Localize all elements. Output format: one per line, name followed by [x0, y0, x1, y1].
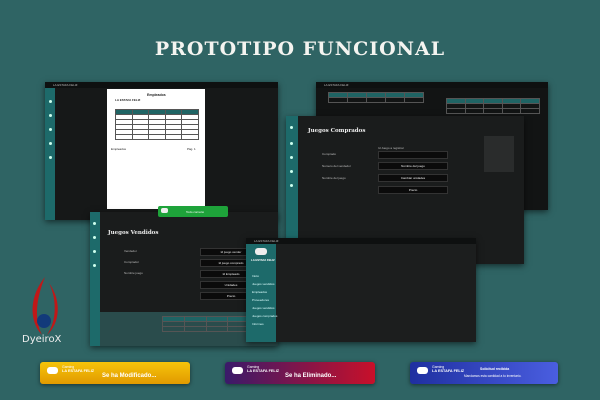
- notice-message: Se ha Modificado...: [102, 373, 157, 379]
- field-label: Id Juego a registrar: [378, 146, 404, 150]
- gamepad-icon: [47, 367, 58, 374]
- row-label-3: Nombre del juego: [322, 176, 346, 180]
- gamepad-icon: [255, 248, 267, 255]
- sidebar: [90, 212, 100, 346]
- row-label-3: Nombre juego: [124, 271, 143, 275]
- screenshot-main-menu: LA ESTAFA FELIZ LA ESTAFA FELIZ Inicio J…: [246, 238, 476, 342]
- titlebar-label: LA ESTAFA FELIZ: [324, 83, 349, 87]
- doc-footer-label: Empleados: [111, 147, 127, 151]
- sidebar-icon[interactable]: [290, 156, 293, 159]
- window-titlebar: LA ESTAFA FELIZ: [316, 82, 548, 88]
- sidebar-icon[interactable]: [290, 170, 293, 173]
- notice-brand: Gaming LA ESTAFA FELIZ: [62, 365, 94, 373]
- notice-body: Mandamos esta cantidad a tu inventario.: [464, 374, 522, 378]
- screen-title: Juegos Comprados: [308, 128, 366, 134]
- sidebar-icon[interactable]: [93, 236, 96, 239]
- notice-brand: Gaming LA ESTAFA FELIZ: [247, 365, 279, 373]
- screen-title: Juegos Vendidos: [108, 230, 159, 236]
- sidebar-icon[interactable]: [49, 142, 52, 145]
- sidebar-icon[interactable]: [290, 126, 293, 129]
- menu-item-3[interactable]: Empleados: [252, 290, 267, 294]
- notice-brand: Gaming LA ESTAFA FELIZ: [432, 365, 464, 373]
- titlebar-label: LA ESTAFA FELIZ: [53, 83, 78, 87]
- doc-page-number: Pág. 1: [187, 147, 196, 151]
- sidebar-icon[interactable]: [49, 156, 52, 159]
- brand-store-name: LA ESTAFA FELIZ: [432, 369, 465, 373]
- sales-table-2: [446, 98, 540, 114]
- page-title: PROTOTIPO FUNCIONAL: [154, 38, 446, 60]
- menu-item-6[interactable]: Juegos comprados: [252, 314, 277, 318]
- sidebar-icon[interactable]: [290, 142, 293, 145]
- gamepad-icon: [417, 367, 428, 374]
- gamepad-icon: [232, 367, 243, 374]
- game-name-button[interactable]: Nombre del juego: [378, 162, 448, 170]
- notice-deleted: Gaming LA ESTAFA FELIZ Se ha Eliminado...: [225, 362, 375, 384]
- sidebar-icon[interactable]: [49, 128, 52, 131]
- menu-item-4[interactable]: Proveedores: [252, 298, 269, 302]
- employees-table: [115, 109, 199, 140]
- sidebar-icon[interactable]: [49, 114, 52, 117]
- brand-store-name: LA ESTAFA FELIZ: [62, 369, 95, 373]
- window-titlebar: LA ESTAFA FELIZ: [246, 238, 476, 244]
- menu-item-7[interactable]: Informes: [252, 322, 264, 326]
- doc-header: Empleados: [147, 93, 166, 97]
- notice-message: Se ha Eliminado...: [285, 373, 337, 379]
- doc-store-name: LA ESTAFA FELIZ: [115, 98, 141, 102]
- screenshot-employees-report: LA ESTAFA FELIZ Empleados LA ESTAFA FELI…: [45, 82, 278, 220]
- sales-table: [328, 92, 424, 103]
- sidebar-icon[interactable]: [93, 222, 96, 225]
- menu-item-2[interactable]: Juegos vendidos: [252, 282, 275, 286]
- window-titlebar: LA ESTAFA FELIZ: [45, 82, 278, 88]
- sidebar: [45, 88, 55, 220]
- price-button[interactable]: Precio: [378, 186, 448, 194]
- row-label-1: Comprado: [322, 152, 337, 156]
- menu-item-1[interactable]: Inicio: [252, 274, 259, 278]
- sidebar-icon[interactable]: [290, 184, 293, 187]
- logo-text: DyeiroX: [22, 334, 62, 345]
- brand-store-name: LA ESTAFA FELIZ: [247, 369, 280, 373]
- notice-title: Solicitud recibida: [480, 367, 510, 371]
- side-panel: [484, 136, 514, 172]
- gamepad-icon: [161, 208, 168, 213]
- notice-modified: Gaming LA ESTAFA FELIZ Se ha Modificado..…: [40, 362, 190, 384]
- toast-text: Todo correcto: [186, 210, 205, 214]
- sidebar-icon[interactable]: [93, 250, 96, 253]
- sidebar-brand: LA ESTAFA FELIZ: [251, 258, 275, 262]
- notice-request: Gaming LA ESTAFA FELIZ Solicitud recibida…: [410, 362, 558, 384]
- row-label-1: Vendedor: [124, 249, 137, 253]
- main-sidebar: LA ESTAFA FELIZ Inicio Juegos vendidos E…: [246, 244, 277, 342]
- menu-item-5[interactable]: Juegos vendidos: [252, 306, 275, 310]
- change-units-button[interactable]: Cambiar unidades: [378, 174, 448, 182]
- success-toast: Todo correcto: [158, 206, 228, 217]
- row-label-2: Comprador: [124, 260, 140, 264]
- report-document: Empleados LA ESTAFA FELIZ Empleados Pág.…: [107, 89, 205, 209]
- sidebar-icon[interactable]: [93, 264, 96, 267]
- field-input[interactable]: [378, 151, 448, 159]
- row-label-2: Numero del vendedor: [322, 164, 351, 168]
- sidebar-icon[interactable]: [49, 100, 52, 103]
